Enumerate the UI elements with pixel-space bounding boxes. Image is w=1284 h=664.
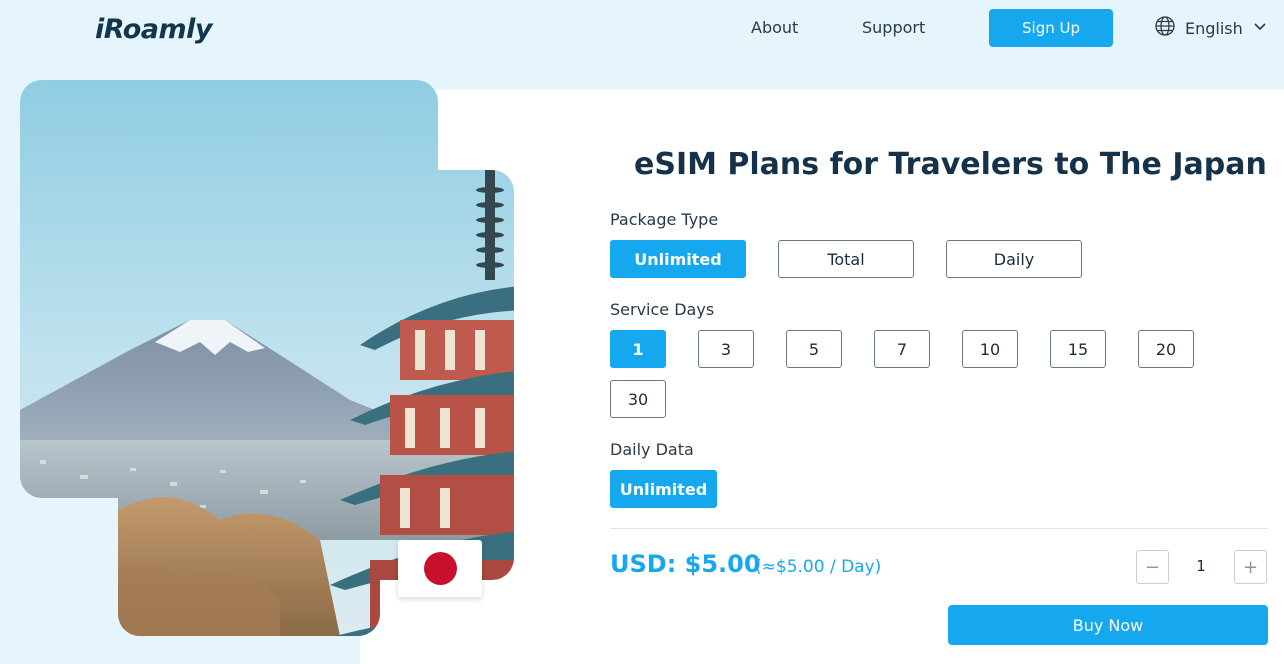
package-option-daily[interactable]: Daily: [946, 240, 1082, 278]
service-days-option-20[interactable]: 20: [1138, 330, 1194, 368]
chevron-down-icon: [1252, 18, 1268, 38]
package-type-label: Package Type: [610, 210, 719, 229]
service-days-option-3[interactable]: 3: [698, 330, 754, 368]
service-days-option-15[interactable]: 15: [1050, 330, 1106, 368]
nav-support-link[interactable]: Support: [862, 18, 925, 37]
section-divider: [610, 528, 1268, 529]
service-days-option-1[interactable]: 1: [610, 330, 666, 368]
service-days-option-7[interactable]: 7: [874, 330, 930, 368]
site-header: iRoamly About Support Sign Up English: [0, 0, 1284, 90]
hero-image-section: [118, 480, 380, 636]
service-days-option-10[interactable]: 10: [962, 330, 1018, 368]
quantity-increment-button[interactable]: +: [1234, 550, 1267, 584]
nav-about-link[interactable]: About: [751, 18, 798, 37]
package-option-unlimited[interactable]: Unlimited: [610, 240, 746, 278]
service-days-label: Service Days: [610, 300, 715, 319]
daily-data-label: Daily Data: [610, 440, 694, 459]
daily-data-option-unlimited[interactable]: Unlimited: [610, 470, 717, 508]
brand-logo[interactable]: iRoamly: [95, 14, 212, 45]
package-option-total[interactable]: Total: [778, 240, 914, 278]
quantity-decrement-button[interactable]: −: [1136, 550, 1169, 584]
language-label: English: [1185, 18, 1243, 38]
price-per-day: (≈$5.00 / Day): [755, 557, 882, 577]
page-title: eSIM Plans for Travelers to The Japan: [634, 147, 1267, 182]
globe-icon: [1154, 15, 1176, 41]
buy-now-button[interactable]: Buy Now: [948, 605, 1268, 645]
price-total: USD: $5.00: [610, 550, 761, 578]
quantity-value[interactable]: 1: [1186, 557, 1216, 575]
service-days-option-30[interactable]: 30: [610, 380, 666, 418]
language-selector[interactable]: English: [1154, 15, 1268, 41]
japan-flag-icon: [398, 540, 482, 597]
service-days-option-5[interactable]: 5: [786, 330, 842, 368]
sign-up-button[interactable]: Sign Up: [989, 9, 1113, 47]
